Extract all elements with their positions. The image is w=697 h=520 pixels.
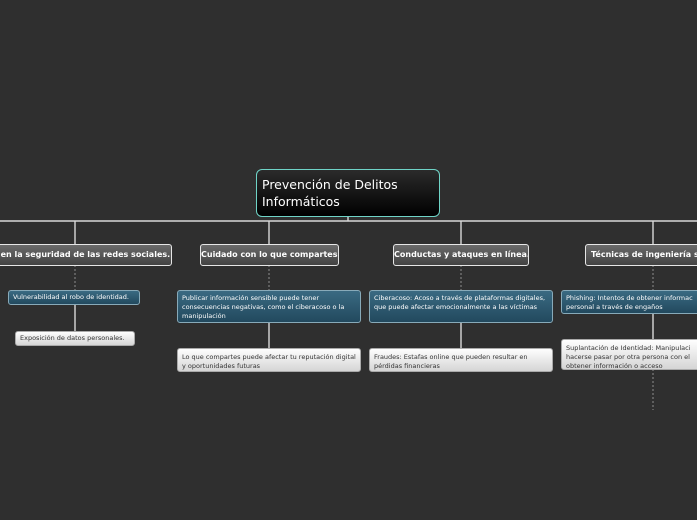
subtopic-identity-theft[interactable]: Vulnerabilidad al robo de identidad. xyxy=(8,290,140,305)
subtopic-identity-impersonation[interactable]: Suplantación de Identidad: Manipulaci ha… xyxy=(561,339,697,370)
subtopic-digital-reputation[interactable]: Lo que compartes puede afectar tu reputa… xyxy=(177,348,361,372)
subtopic-sensitive-info[interactable]: Publicar información sensible puede tene… xyxy=(177,290,361,323)
root-topic-line-1: Prevención de Delitos xyxy=(262,177,398,192)
subtopic-personal-data-exposure[interactable]: Exposición de datos personales. xyxy=(15,331,135,346)
subtopic-cyberbullying[interactable]: Ciberacoso: Acoso a través de plataforma… xyxy=(369,290,553,323)
branch-careful-sharing[interactable]: Cuidado con lo que compartes. xyxy=(200,244,339,266)
branch-social-network-risk[interactable]: sgo en la seguridad de las redes sociale… xyxy=(0,244,172,266)
subtopic-online-fraud[interactable]: Fraudes: Estafas online que pueden resul… xyxy=(369,348,553,372)
root-topic[interactable]: Prevención de Delitos Informáticos xyxy=(256,169,440,217)
branch-online-behaviors[interactable]: Conductas y ataques en línea. xyxy=(393,244,529,266)
subtopic-phishing[interactable]: Phishing: Intentos de obtener informac p… xyxy=(561,290,697,314)
mind-map-canvas: Prevención de Delitos Informáticos sgo e… xyxy=(0,0,697,520)
branch-social-engineering[interactable]: Técnicas de ingeniería soc xyxy=(585,244,697,266)
root-topic-line-2: Informáticos xyxy=(262,194,340,209)
